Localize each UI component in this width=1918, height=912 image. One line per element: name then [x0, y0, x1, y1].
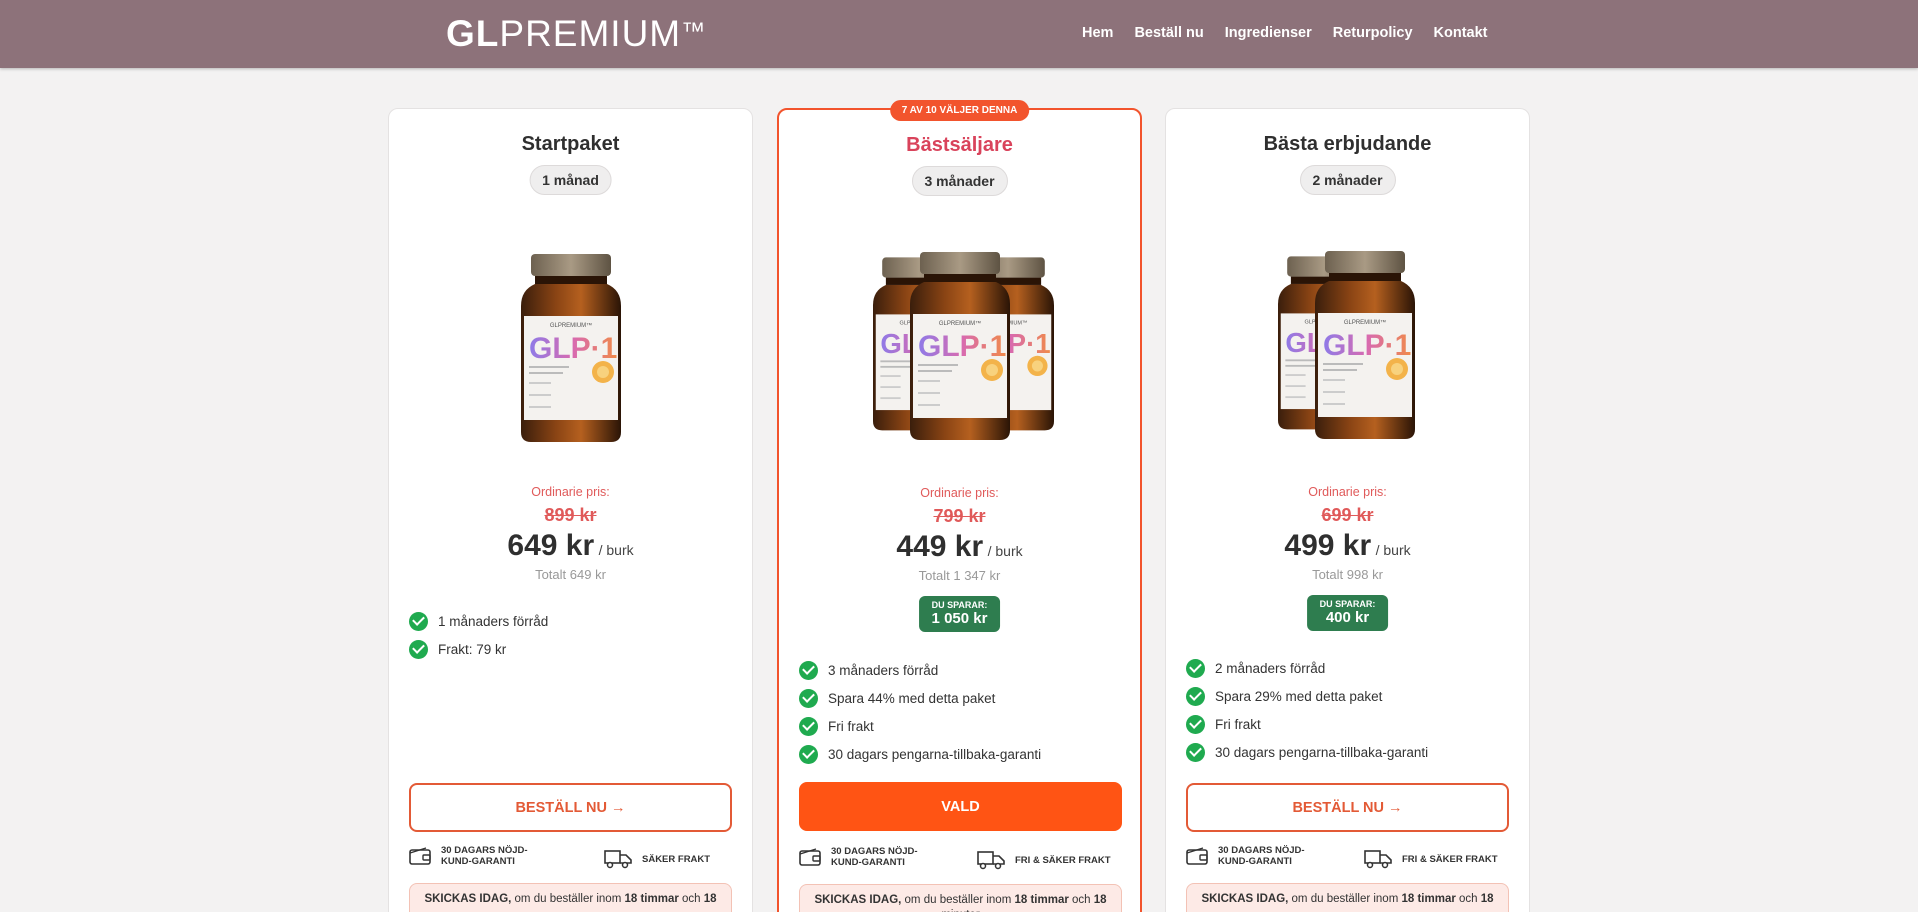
price-value: 499 kr	[1284, 529, 1372, 562]
check-icon	[1186, 686, 1205, 706]
ordinary-price-label: Ordinarie pris:	[531, 485, 610, 499]
nav-link-bestall[interactable]: Beställ nu	[1134, 25, 1203, 41]
price: 649 kr / burk	[389, 529, 752, 563]
price-value: 649 kr	[507, 529, 595, 562]
check-icon	[409, 611, 428, 631]
package-card-bestseller: 7 AV 10 VÄLJER DENNA Bästsäljare 3 månad…	[777, 100, 1142, 912]
shipping-badge: FRI & SÄKER FRAKT	[977, 850, 1111, 870]
duration-pill: 1 månad	[529, 165, 612, 195]
truck-icon	[604, 850, 632, 869]
check-icon	[799, 688, 818, 708]
ordinary-price: 899 kr	[544, 505, 597, 525]
feature-list: 3 månaders förråd Spara 44% med detta pa…	[799, 656, 1041, 768]
feature-item: Frakt: 79 kr	[409, 635, 548, 663]
product-image-double	[1273, 249, 1423, 449]
feature-item: 1 månaders förråd	[409, 607, 548, 635]
order-button[interactable]: BESTÄLL NU →	[409, 783, 732, 832]
order-button[interactable]: BESTÄLL NU →	[1186, 783, 1509, 832]
check-icon	[1186, 658, 1205, 678]
ordinary-price: 799 kr	[933, 506, 986, 526]
wallet-icon	[409, 847, 431, 865]
package-card-start: Startpaket 1 månad Ordinarie pris: 899 k…	[388, 108, 753, 912]
package-title: Startpaket	[521, 133, 620, 155]
price: 499 kr / burk	[1166, 529, 1529, 563]
wallet-icon	[799, 848, 821, 866]
truck-icon	[1364, 850, 1392, 869]
total-price: Totalt 1 347 kr	[918, 568, 1001, 583]
popular-ribbon: 7 AV 10 VÄLJER DENNA	[889, 100, 1030, 121]
package-title: Bästsäljare	[906, 134, 1013, 156]
ordinary-price-label: Ordinarie pris:	[1308, 485, 1387, 499]
guarantee-badge: 30 DAGARS NÖJD-KUND-GARANTI	[1186, 845, 1328, 867]
feature-item: 30 dagars pengarna-tillbaka-garanti	[1186, 738, 1428, 766]
selected-button[interactable]: VALD	[799, 782, 1122, 831]
trust-row: 30 DAGARS NÖJD-KUND-GARANTI FRI & SÄKER …	[1186, 845, 1509, 875]
duration-pill: 2 månader	[1299, 165, 1396, 195]
price-value: 449 kr	[896, 530, 984, 563]
product-image-triple	[865, 250, 1055, 450]
price-unit: / burk	[1375, 542, 1411, 558]
price-unit: / burk	[598, 542, 634, 558]
price-unit: / burk	[987, 543, 1023, 559]
ordinary-price: 699 kr	[1321, 505, 1374, 525]
ordinary-price-label: Ordinarie pris:	[920, 486, 999, 500]
nav-link-kontakt[interactable]: Kontakt	[1434, 25, 1488, 41]
savings-badge: DU SPARAR: 400 kr	[1306, 595, 1389, 631]
truck-icon	[977, 851, 1005, 870]
feature-item: 30 dagars pengarna-tillbaka-garanti	[799, 740, 1041, 768]
feature-item: Fri frakt	[1186, 710, 1428, 738]
nav-link-ingredienser[interactable]: Ingredienser	[1225, 25, 1312, 41]
feature-list: 1 månaders förråd Frakt: 79 kr	[409, 607, 548, 663]
check-icon	[1186, 742, 1205, 762]
site-header: GLPREMIUM™ Hem Beställ nu Ingredienser R…	[0, 0, 1918, 68]
main-nav: Hem Beställ nu Ingredienser Returpolicy …	[1082, 25, 1509, 41]
trust-row: 30 DAGARS NÖJD-KUND-GARANTI SÄKER FRAKT	[409, 845, 732, 875]
total-price: Totalt 649 kr	[535, 567, 606, 582]
total-price: Totalt 998 kr	[1312, 567, 1383, 582]
guarantee-badge: 30 DAGARS NÖJD-KUND-GARANTI	[799, 846, 941, 868]
shipping-notice: SKICKAS IDAG, om du beställer inom 18 ti…	[1186, 883, 1509, 912]
package-title: Bästa erbjudande	[1263, 133, 1432, 155]
package-card-best-offer: Bästa erbjudande 2 månader Ordinarie pri…	[1165, 108, 1530, 912]
check-icon	[409, 639, 428, 659]
nav-link-hem[interactable]: Hem	[1082, 25, 1113, 41]
shipping-notice: SKICKAS IDAG, om du beställer inom 18 ti…	[409, 883, 732, 912]
feature-item: 3 månaders förråd	[799, 656, 1041, 684]
check-icon	[799, 716, 818, 736]
shipping-notice: SKICKAS IDAG, om du beställer inom 18 ti…	[799, 884, 1122, 912]
nav-link-returpolicy[interactable]: Returpolicy	[1333, 25, 1413, 41]
guarantee-badge: 30 DAGARS NÖJD-KUND-GARANTI	[409, 845, 551, 867]
feature-item: Spara 29% med detta paket	[1186, 682, 1428, 710]
product-image-single	[516, 249, 626, 449]
price: 449 kr / burk	[779, 530, 1140, 564]
savings-badge: DU SPARAR: 1 050 kr	[918, 596, 1001, 632]
check-icon	[1186, 714, 1205, 734]
check-icon	[799, 660, 818, 680]
duration-pill: 3 månader	[911, 166, 1008, 196]
feature-item: 2 månaders förråd	[1186, 654, 1428, 682]
trust-row: 30 DAGARS NÖJD-KUND-GARANTI FRI & SÄKER …	[799, 846, 1122, 876]
feature-list: 2 månaders förråd Spara 29% med detta pa…	[1186, 654, 1428, 766]
shipping-badge: SÄKER FRAKT	[604, 849, 710, 869]
feature-item: Fri frakt	[799, 712, 1041, 740]
site-logo[interactable]: GLPREMIUM™	[446, 14, 706, 54]
wallet-icon	[1186, 847, 1208, 865]
feature-item: Spara 44% med detta paket	[799, 684, 1041, 712]
check-icon	[799, 744, 818, 764]
shipping-badge: FRI & SÄKER FRAKT	[1364, 849, 1498, 869]
